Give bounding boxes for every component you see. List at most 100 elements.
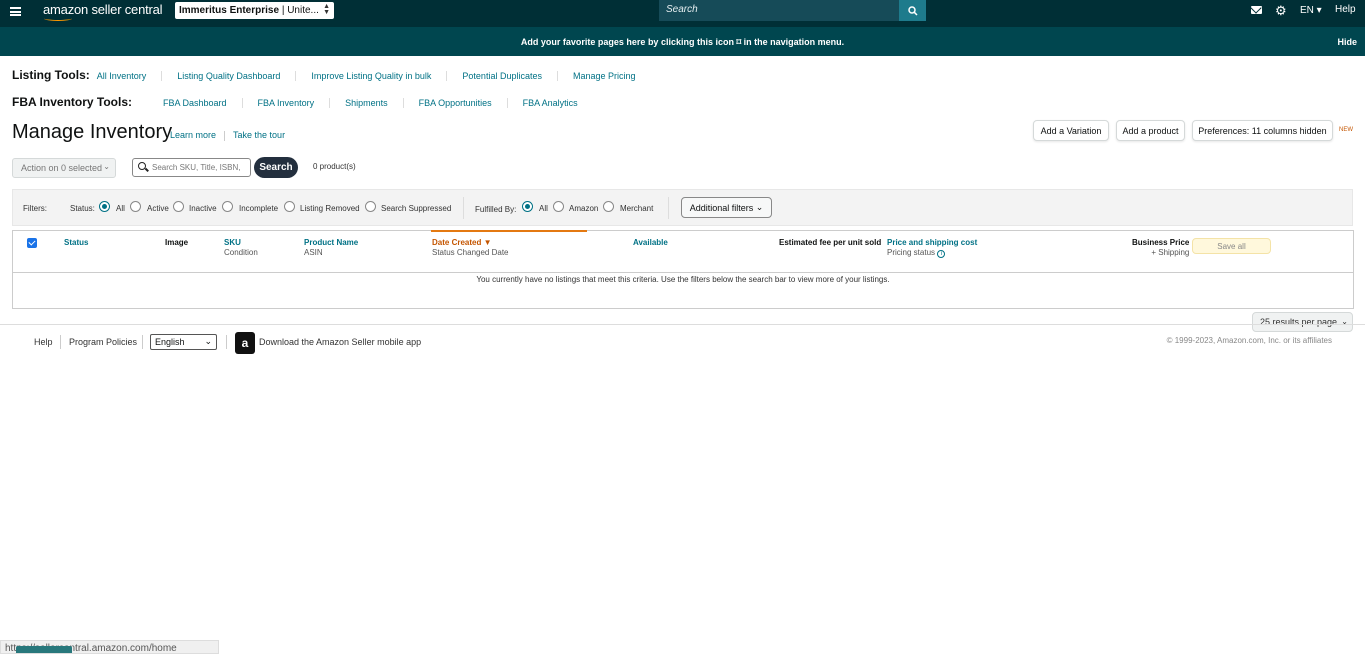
divider: [226, 335, 227, 349]
favorites-banner: Add your favorite pages here by clicking…: [0, 27, 1365, 56]
divider: [224, 130, 226, 141]
col-status[interactable]: Status: [64, 238, 88, 248]
col-available[interactable]: Available: [633, 238, 668, 248]
link-fba-inventory[interactable]: FBA Inventory: [241, 98, 330, 108]
link-fba-opportunities[interactable]: FBA Opportunities: [402, 98, 507, 108]
status-all-radio[interactable]: [99, 201, 110, 212]
fulfilled-all-radio[interactable]: [522, 201, 533, 212]
col-image-label: Image: [165, 238, 189, 247]
results-per-page-label: 25 results per page: [1260, 317, 1338, 327]
link-fba-dashboard[interactable]: FBA Dashboard: [163, 98, 242, 108]
status-search-suppressed-radio[interactable]: [365, 201, 376, 212]
banner-message: Add your favorite pages here by clicking…: [520, 37, 845, 47]
download-app-link[interactable]: Download the Amazon Seller mobile app: [259, 337, 421, 347]
status-all-label: All: [116, 204, 125, 213]
col-date-created-label: Date Created ▼: [432, 238, 509, 248]
logo-smile: [44, 16, 72, 21]
results-per-page-select[interactable]: 25 results per page ⌄: [1252, 312, 1353, 332]
help-link[interactable]: Help: [1335, 4, 1356, 15]
filters-label: Filters:: [23, 204, 47, 213]
footer-help-link[interactable]: Help: [34, 337, 53, 347]
pricing-status-text: Pricing status: [887, 248, 936, 257]
sku-search-input[interactable]: Search SKU, Title, ISBN,: [132, 158, 251, 177]
status-inactive-label: Inactive: [189, 204, 217, 213]
col-image: Image: [165, 238, 188, 248]
menu-icon[interactable]: [10, 7, 21, 16]
page-title: Manage Inventory: [12, 121, 173, 143]
bulk-action-label: Action on 0 selected: [21, 163, 103, 173]
filter-divider: [668, 197, 669, 219]
bulk-action-select[interactable]: Action on 0 selected ⌄: [12, 158, 116, 178]
preferences-button[interactable]: Preferences: 11 columns hidden: [1192, 120, 1333, 141]
col-sku-label: SKU: [224, 238, 241, 247]
gear-icon[interactable]: ⚙: [1275, 3, 1287, 19]
additional-filters-button[interactable]: Additional filters ⌄: [681, 197, 772, 218]
filter-divider: [463, 197, 464, 219]
copyright-text: © 1999-2023, Amazon.com, Inc. or its aff…: [1166, 336, 1332, 345]
account-region: | Unite...: [279, 5, 319, 16]
status-listing-removed-radio[interactable]: [284, 201, 295, 212]
table-header: Status Image SKU Condition Product Name AS…: [13, 230, 1353, 273]
footer-policies-link[interactable]: Program Policies: [69, 337, 137, 347]
sort-desc-icon: ▼: [483, 238, 492, 247]
link-listing-quality-dashboard[interactable]: Listing Quality Dashboard: [161, 71, 295, 81]
date-created-text: Date Created: [432, 238, 482, 247]
language-selector[interactable]: EN ▾: [1300, 5, 1322, 16]
listing-tools-title: Listing Tools:: [12, 68, 90, 82]
footer-language-select[interactable]: English ⌄: [150, 334, 217, 350]
info-icon[interactable]: i: [937, 250, 946, 258]
status-search-suppressed-label: Search Suppressed: [381, 204, 452, 213]
add-product-button[interactable]: Add a product: [1116, 120, 1185, 141]
save-all-button[interactable]: Save all: [1192, 238, 1271, 254]
col-status-changed-label: Status Changed Date: [432, 248, 509, 257]
col-status-label: Status: [64, 238, 89, 247]
banner-hide-button[interactable]: Hide: [1337, 37, 1357, 47]
sort-indicator-bar: [431, 230, 587, 232]
filters-bar: Filters: Status: All Active Inactive Inc…: [12, 189, 1353, 226]
col-product-name[interactable]: Product Name ASIN: [304, 238, 358, 258]
link-shipments[interactable]: Shipments: [329, 98, 403, 108]
fulfilled-merchant-label: Merchant: [620, 204, 654, 213]
fba-tools-row: FBA Inventory Tools: FBA Dashboard FBA I…: [12, 95, 593, 109]
col-pricing-status-label: Pricing status i: [887, 248, 977, 258]
updown-arrow-icon: ▲ ▼: [323, 3, 330, 16]
add-variation-button[interactable]: Add a Variation: [1033, 120, 1109, 141]
col-est-fee-label: Estimated fee per unit sold: [779, 238, 882, 247]
account-switcher[interactable]: Immeritus Enterprise | Unite... ▲ ▼: [175, 2, 334, 19]
status-active-label: Active: [147, 204, 169, 213]
col-asin-label: ASIN: [304, 248, 323, 257]
global-search-button[interactable]: [899, 0, 926, 21]
select-all-checkbox[interactable]: [27, 238, 37, 248]
divider: [60, 335, 61, 349]
col-sku[interactable]: SKU Condition: [224, 238, 258, 258]
link-manage-pricing[interactable]: Manage Pricing: [556, 71, 651, 81]
link-potential-duplicates[interactable]: Potential Duplicates: [446, 71, 557, 81]
fulfilled-merchant-radio[interactable]: [603, 201, 614, 212]
col-date-created[interactable]: Date Created ▼ Status Changed Date: [432, 238, 509, 258]
take-tour-link[interactable]: Take the tour: [233, 130, 285, 140]
amazon-app-icon[interactable]: a: [235, 332, 255, 354]
seller-central-logo[interactable]: amazon seller central: [43, 2, 163, 21]
fulfilled-by-label: Fulfilled By:: [475, 205, 517, 214]
logo-text: amazon seller central: [43, 2, 163, 17]
col-business-price-label: Business Price: [1132, 238, 1190, 247]
chevron-down-icon: ⌄: [204, 336, 212, 346]
footer-divider: [0, 324, 1365, 325]
status-incomplete-radio[interactable]: [222, 201, 233, 212]
global-search-input[interactable]: Search: [659, 0, 899, 21]
learn-more-link[interactable]: Learn more: [170, 130, 216, 140]
fba-tools-title: FBA Inventory Tools:: [12, 95, 132, 109]
link-improve-listing-quality[interactable]: Improve Listing Quality in bulk: [295, 71, 446, 81]
inventory-table: Status Image SKU Condition Product Name AS…: [12, 230, 1354, 309]
search-button[interactable]: Search: [254, 157, 298, 178]
fulfilled-all-label: All: [539, 204, 548, 213]
status-inactive-radio[interactable]: [173, 201, 184, 212]
search-icon: [907, 5, 918, 16]
link-all-inventory[interactable]: All Inventory: [97, 71, 162, 81]
new-badge: NEW: [1339, 127, 1353, 133]
col-price-shipping[interactable]: Price and shipping cost Pricing status i: [887, 238, 977, 258]
link-fba-analytics[interactable]: FBA Analytics: [506, 98, 593, 108]
status-active-radio[interactable]: [130, 201, 141, 212]
fulfilled-amazon-radio[interactable]: [553, 201, 564, 212]
mail-icon[interactable]: [1251, 6, 1262, 14]
